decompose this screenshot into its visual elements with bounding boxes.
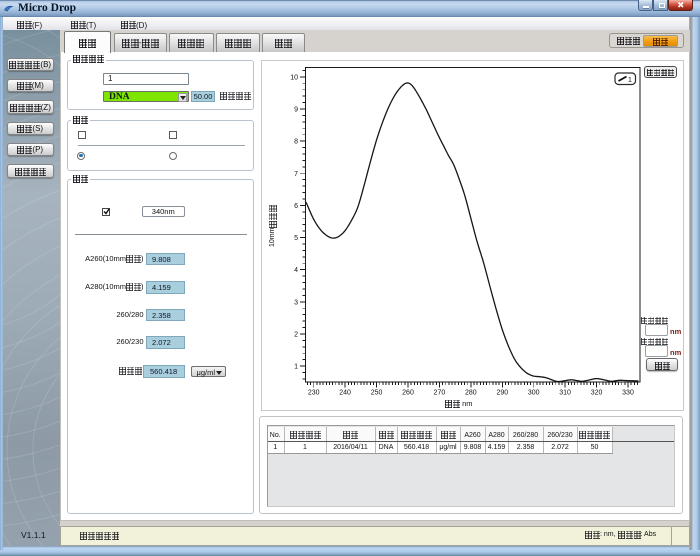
svg-text:320: 320 <box>591 390 603 397</box>
svg-text:2: 2 <box>294 332 298 339</box>
svg-text:7: 7 <box>294 171 298 178</box>
svg-text:4: 4 <box>294 267 298 274</box>
svg-text:5: 5 <box>294 235 298 242</box>
svg-text:9: 9 <box>294 107 298 114</box>
svg-text:8: 8 <box>294 139 298 146</box>
svg-text:10: 10 <box>290 74 298 81</box>
svg-text:6: 6 <box>294 203 298 210</box>
svg-text:250: 250 <box>371 390 383 397</box>
svg-text:260: 260 <box>402 390 414 397</box>
svg-text:1: 1 <box>294 364 298 371</box>
svg-text:3: 3 <box>294 299 298 306</box>
svg-text:280: 280 <box>465 390 477 397</box>
svg-text:1: 1 <box>628 77 632 84</box>
svg-text:270: 270 <box>434 390 446 397</box>
svg-text:310: 310 <box>559 390 571 397</box>
svg-text:240: 240 <box>339 390 351 397</box>
svg-text:230: 230 <box>308 390 320 397</box>
svg-text:330: 330 <box>622 390 634 397</box>
svg-text:290: 290 <box>496 390 508 397</box>
svg-text:300: 300 <box>528 390 540 397</box>
